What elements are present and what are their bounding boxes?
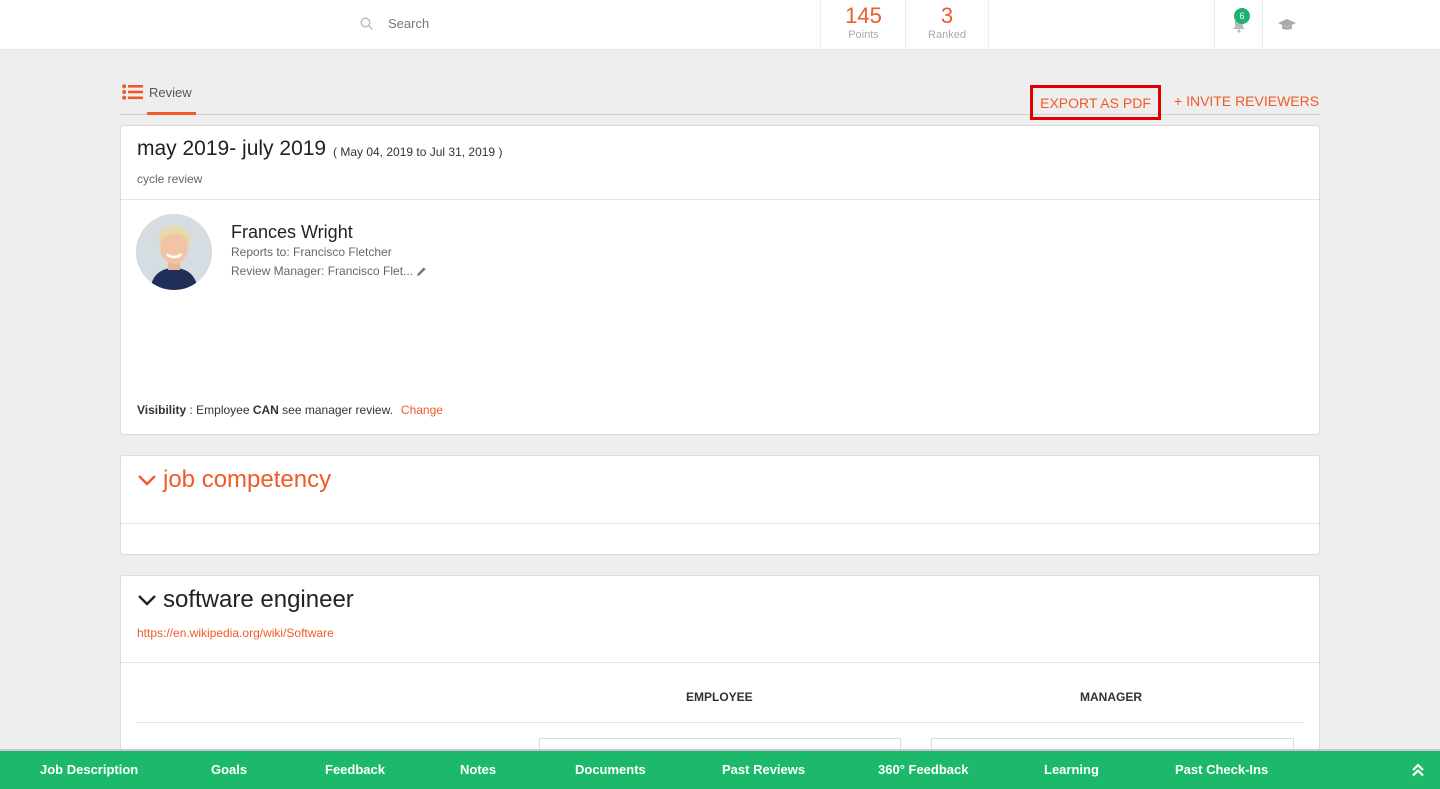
bottom-nav-past-reviews[interactable]: Past Reviews xyxy=(722,762,805,777)
visibility-text-1: : Employee xyxy=(186,403,253,417)
divider xyxy=(136,722,1304,723)
visibility-label: Visibility xyxy=(137,403,187,417)
search-input[interactable]: Search xyxy=(388,16,429,31)
bottom-nav-goals[interactable]: Goals xyxy=(211,762,247,777)
manager-column-header: MANAGER xyxy=(1080,690,1142,704)
active-tab-underline xyxy=(147,112,196,115)
ranked-stat[interactable]: 3 Ranked xyxy=(905,0,989,49)
visibility-text-2: see manager review. xyxy=(278,403,393,417)
divider xyxy=(121,662,1319,663)
bottom-nav-learning[interactable]: Learning xyxy=(1044,762,1099,777)
software-engineer-header[interactable]: software engineer xyxy=(137,586,354,614)
software-engineer-card: software engineer https://en.wikipedia.o… xyxy=(120,575,1320,765)
review-manager: Review Manager: Francisco Flet... xyxy=(231,264,427,278)
visibility-line: Visibility : Employee CAN see manager re… xyxy=(137,403,443,417)
top-bar: Search 145 Points 3 Ranked 6 xyxy=(0,0,1440,50)
reports-to: Reports to: Francisco Fletcher xyxy=(231,245,392,259)
invite-reviewers-button[interactable]: + INVITE REVIEWERS xyxy=(1174,93,1319,109)
software-engineer-title: software engineer xyxy=(163,586,354,613)
points-label: Points xyxy=(848,29,879,41)
export-pdf-button[interactable]: EXPORT AS PDF xyxy=(1030,85,1161,120)
software-wiki-link[interactable]: https://en.wikipedia.org/wiki/Software xyxy=(137,626,334,640)
review-manager-text: Review Manager: Francisco Flet... xyxy=(231,264,414,278)
bottom-nav-documents[interactable]: Documents xyxy=(575,762,646,777)
cycle-date-range: ( May 04, 2019 to Jul 31, 2019 ) xyxy=(333,145,503,159)
bottom-nav: Job Description Goals Feedback Notes Doc… xyxy=(0,749,1440,789)
employee-name: Frances Wright xyxy=(231,222,353,242)
list-icon xyxy=(122,84,143,100)
cycle-title: may 2019- july 2019 xyxy=(137,137,327,160)
divider xyxy=(121,199,1319,200)
visibility-can: CAN xyxy=(252,403,279,417)
graduation-cap-icon xyxy=(1277,18,1296,30)
job-competency-header[interactable]: job competency xyxy=(137,466,331,494)
avatar xyxy=(136,214,212,290)
bottom-nav-360-feedback[interactable]: 360° Feedback xyxy=(878,762,968,777)
pencil-icon[interactable] xyxy=(416,266,427,277)
points-stat[interactable]: 145 Points xyxy=(820,0,906,49)
bottom-nav-job-description[interactable]: Job Description xyxy=(40,762,138,777)
bottom-nav-past-check-ins[interactable]: Past Check-Ins xyxy=(1175,762,1268,777)
notification-badge: 6 xyxy=(1234,8,1250,24)
learning-button[interactable] xyxy=(1262,0,1310,49)
change-visibility-link[interactable]: Change xyxy=(401,403,443,417)
cycle-subtitle: cycle review xyxy=(137,172,203,186)
search-icon xyxy=(360,16,373,30)
bottom-nav-feedback[interactable]: Feedback xyxy=(325,762,385,777)
chevron-down-icon xyxy=(138,475,156,486)
employee-column-header: EMPLOYEE xyxy=(686,690,753,704)
bottom-nav-notes[interactable]: Notes xyxy=(460,762,496,777)
review-tabs-row: Review EXPORT AS PDF + INVITE REVIEWERS xyxy=(120,80,1320,120)
job-competency-card: job competency xyxy=(120,455,1320,555)
ranked-value: 3 xyxy=(940,3,954,28)
search-box[interactable]: Search xyxy=(360,16,429,31)
tab-review-label: Review xyxy=(149,84,192,100)
tab-review[interactable]: Review xyxy=(122,84,196,115)
review-card: may 2019- july 2019 ( May 04, 2019 to Ju… xyxy=(120,125,1320,435)
chevron-down-icon xyxy=(138,595,156,606)
points-value: 145 xyxy=(845,3,882,28)
double-chevron-up-icon[interactable] xyxy=(1411,763,1425,777)
job-competency-title: job competency xyxy=(163,466,332,493)
divider xyxy=(121,523,1319,524)
ranked-label: Ranked xyxy=(928,29,966,41)
notifications-button[interactable]: 6 xyxy=(1214,0,1262,49)
